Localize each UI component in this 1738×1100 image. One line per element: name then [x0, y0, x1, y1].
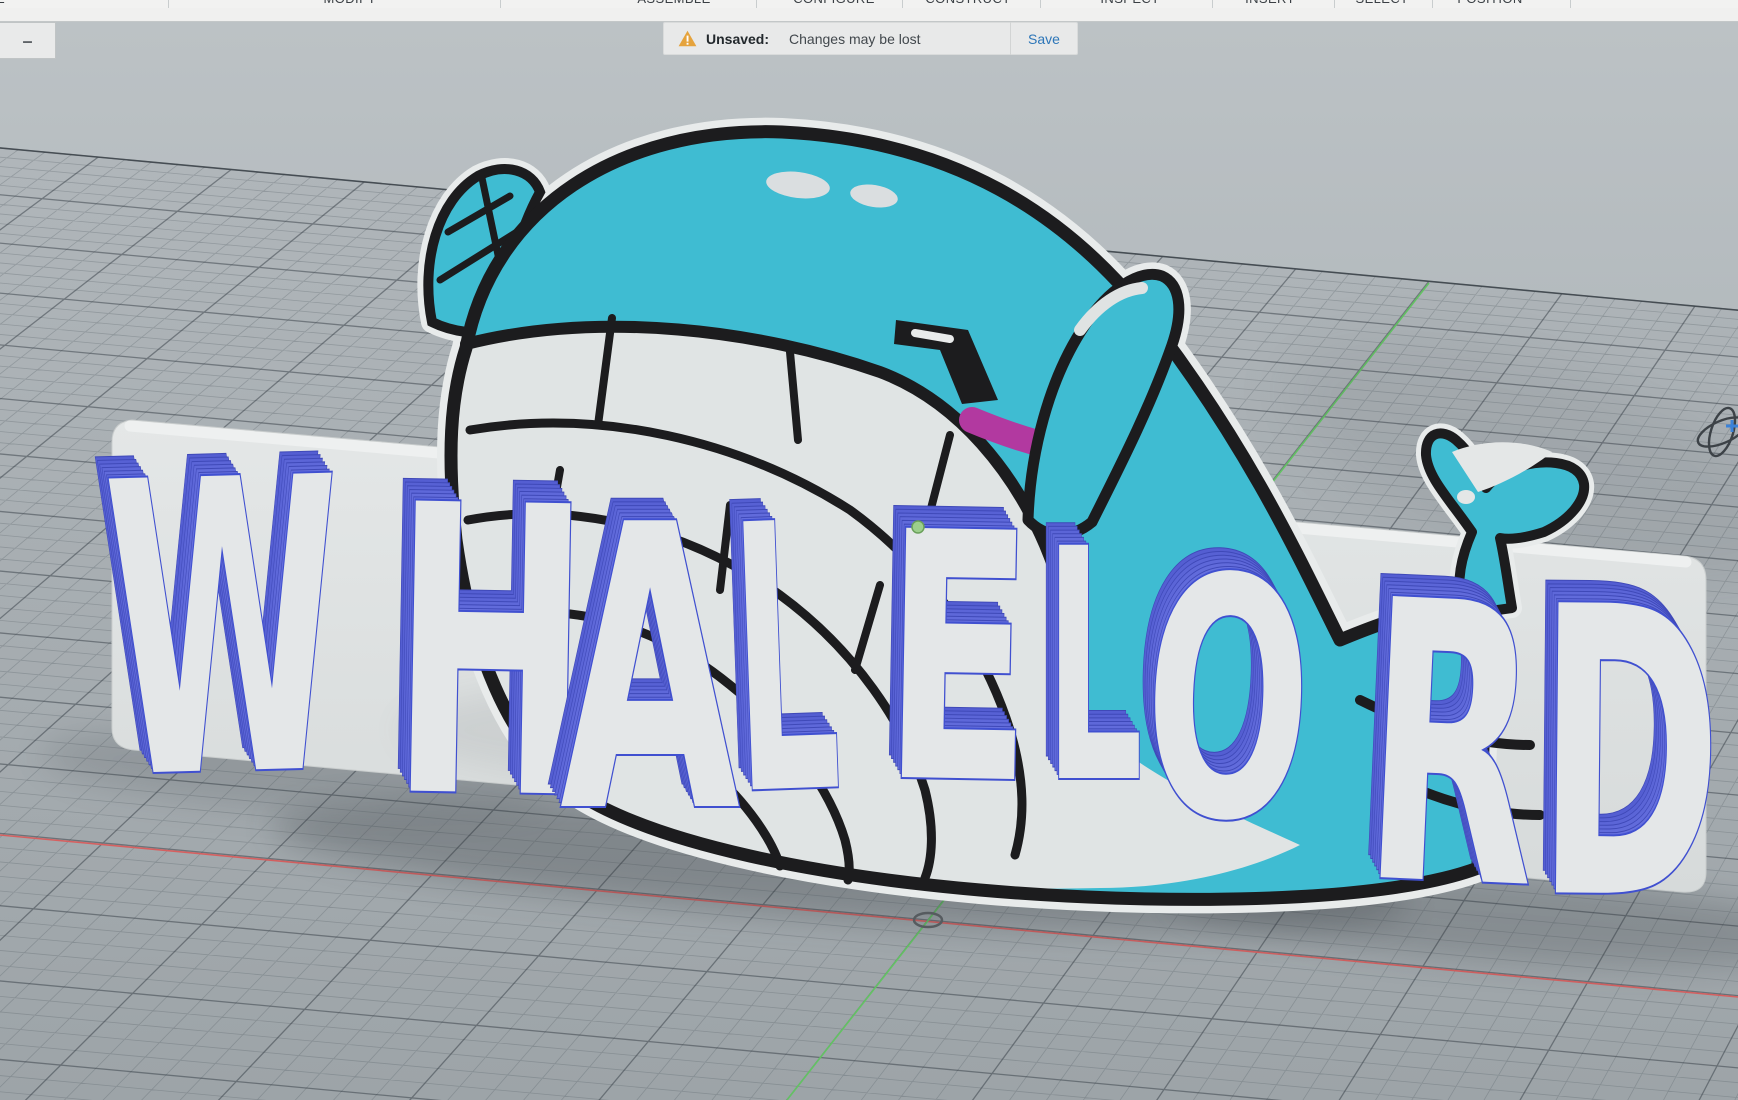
letter-R: RRRRRRR — [1343, 497, 1548, 976]
toolbar-tab-partial[interactable]: E — [0, 0, 5, 6]
letter-L: LLLLLLL — [712, 422, 846, 877]
warning-icon — [678, 30, 697, 47]
3d-viewport[interactable]: WWWWWWWHHHHHHHAAAAAAALLLLLLLEEEEEEELLLLL… — [0, 0, 1738, 1100]
collapse-panel-button[interactable]: – — [0, 22, 56, 59]
tab-configure[interactable]: CONFIGURE — [793, 0, 875, 6]
tab-select[interactable]: SELECT — [1356, 0, 1409, 6]
letter-W: WWWWWWW — [87, 371, 349, 869]
tab-assemble[interactable]: ASSEMBLE — [637, 0, 710, 6]
top-toolbar: E MODIFY ASSEMBLE CONFIGURE CONSTRUCT IN… — [0, 0, 1738, 8]
save-button[interactable]: Save — [1011, 31, 1077, 47]
banner-title: Unsaved: — [706, 31, 769, 47]
svg-text:R: R — [1356, 520, 1547, 976]
tab-inspect[interactable]: INSPECT — [1100, 0, 1159, 6]
tab-construct[interactable]: CONSTRUCT — [925, 0, 1010, 6]
tab-insert[interactable]: INSERT — [1245, 0, 1295, 6]
banner-message: Changes may be lost — [789, 31, 1010, 47]
tab-position[interactable]: POSITION — [1457, 0, 1522, 6]
svg-text:L: L — [726, 444, 846, 876]
svg-text:W: W — [100, 393, 348, 869]
tab-modify[interactable]: MODIFY — [324, 0, 377, 6]
svg-text:E: E — [881, 460, 1036, 861]
svg-text:O: O — [1139, 506, 1317, 896]
letter-D: DDDDDDD — [1522, 501, 1724, 988]
toolbar-strip — [0, 8, 1738, 22]
sketch-point — [912, 521, 924, 533]
letter-L: LLLLLLL — [1032, 460, 1143, 854]
letter-E: EEEEEEE — [868, 438, 1036, 861]
svg-text:D: D — [1535, 523, 1724, 988]
unsaved-banner: Unsaved: Changes may be lost Save — [663, 22, 1078, 55]
letter-O: OOOOOOO — [1126, 484, 1318, 896]
app-window: WWWWWWWHHHHHHHAAAAAAALLLLLLLEEEEEEELLLLL… — [0, 0, 1738, 1100]
letter-A: AAAAAAA — [547, 421, 742, 899]
